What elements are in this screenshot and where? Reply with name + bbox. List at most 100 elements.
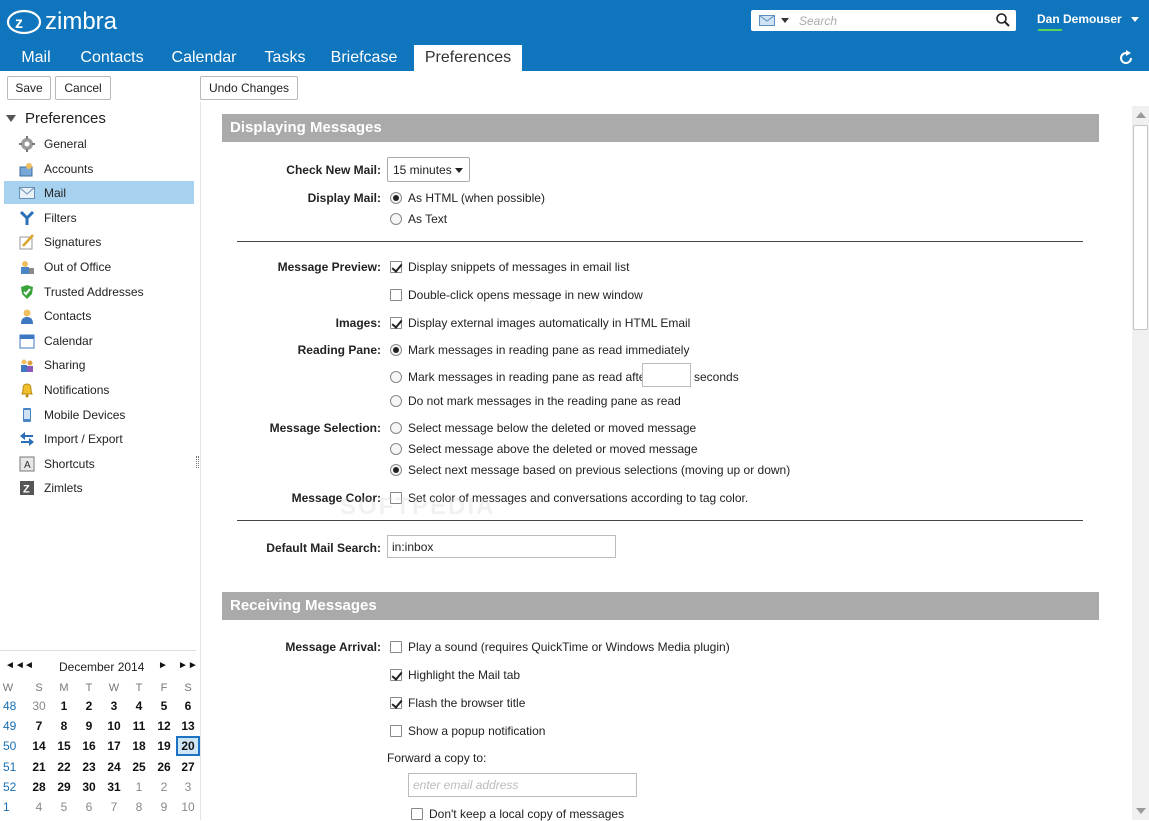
preferences-tree-header[interactable]: Preferences: [6, 110, 106, 127]
calendar-day[interactable]: 7: [27, 716, 51, 736]
calendar-day[interactable]: 25: [127, 757, 151, 777]
reading-pane-immediate-radio[interactable]: Mark messages in reading pane as read im…: [390, 343, 689, 357]
sidebar-item-filters[interactable]: Filters: [4, 206, 194, 229]
scroll-up-arrow[interactable]: [1136, 112, 1146, 118]
calendar-week-number[interactable]: 51: [3, 757, 23, 777]
calendar-day[interactable]: 21: [27, 757, 51, 777]
double-click-checkbox[interactable]: Double-click opens message in new window: [390, 288, 643, 302]
calendar-day[interactable]: 13: [176, 716, 200, 736]
sidebar-item-mobile-devices[interactable]: Mobile Devices: [4, 403, 194, 426]
display-mail-text-radio[interactable]: As Text: [390, 212, 447, 226]
calendar-day[interactable]: 6: [176, 696, 200, 716]
calendar-day[interactable]: 10: [102, 716, 126, 736]
sidebar-item-mail[interactable]: Mail: [4, 181, 194, 204]
calendar-day[interactable]: 22: [52, 757, 76, 777]
calendar-day[interactable]: 9: [77, 716, 101, 736]
reading-pane-never-radio[interactable]: Do not mark messages in the reading pane…: [390, 394, 681, 408]
calendar-day[interactable]: 2: [77, 696, 101, 716]
tab-tasks[interactable]: Tasks: [256, 45, 314, 71]
calendar-day[interactable]: 30: [27, 696, 51, 716]
external-images-checkbox[interactable]: Display external images automatically in…: [390, 316, 690, 330]
calendar-day[interactable]: 6: [77, 797, 101, 817]
calendar-day[interactable]: 8: [52, 716, 76, 736]
sidebar-item-out-of-office[interactable]: Out of Office: [4, 255, 194, 278]
next-month-button[interactable]: ►: [158, 660, 168, 671]
sidebar-item-calendar[interactable]: Calendar: [4, 329, 194, 352]
scrollbar-thumb[interactable]: [1133, 125, 1148, 330]
calendar-day[interactable]: 30: [77, 777, 101, 797]
calendar-day[interactable]: 15: [52, 736, 76, 756]
save-button[interactable]: Save: [7, 76, 51, 100]
calendar-day[interactable]: 20: [176, 736, 200, 756]
highlight-mail-tab-checkbox[interactable]: Highlight the Mail tab: [390, 668, 520, 682]
play-sound-checkbox[interactable]: Play a sound (requires QuickTime or Wind…: [390, 640, 730, 654]
user-menu[interactable]: Dan Demouser: [1037, 12, 1139, 26]
calendar-week-number[interactable]: 48: [3, 696, 23, 716]
search-type-dropdown[interactable]: [751, 10, 795, 31]
calendar-day[interactable]: 7: [102, 797, 126, 817]
calendar-day[interactable]: 27: [176, 757, 200, 777]
flash-title-checkbox[interactable]: Flash the browser title: [390, 696, 525, 710]
select-below-radio[interactable]: Select message below the deleted or move…: [390, 421, 696, 435]
next-year-button[interactable]: ►►: [178, 660, 198, 671]
calendar-day[interactable]: 18: [127, 736, 151, 756]
calendar-day[interactable]: 19: [152, 736, 176, 756]
calendar-week-number[interactable]: 52: [3, 777, 23, 797]
calendar-week-number[interactable]: 1: [3, 797, 23, 817]
calendar-day[interactable]: 26: [152, 757, 176, 777]
select-above-radio[interactable]: Select message above the deleted or move…: [390, 442, 698, 456]
calendar-day[interactable]: 11: [127, 716, 151, 736]
check-new-mail-select[interactable]: 15 minutes: [387, 157, 470, 182]
calendar-week-number[interactable]: 50: [3, 736, 23, 756]
sidebar-item-sharing[interactable]: Sharing: [4, 353, 194, 376]
sidebar-item-zimlets[interactable]: Z Zimlets: [4, 476, 194, 499]
calendar-day[interactable]: 28: [27, 777, 51, 797]
calendar-day[interactable]: 23: [77, 757, 101, 777]
prev-month-button[interactable]: ◄: [24, 660, 34, 671]
refresh-icon[interactable]: [1117, 49, 1135, 67]
sidebar-item-trusted-addresses[interactable]: Trusted Addresses: [4, 280, 194, 303]
calendar-day[interactable]: 24: [102, 757, 126, 777]
calendar-day[interactable]: 3: [176, 777, 200, 797]
calendar-day[interactable]: 8: [127, 797, 151, 817]
calendar-day[interactable]: 10: [176, 797, 200, 817]
tab-contacts[interactable]: Contacts: [72, 45, 152, 71]
calendar-week-number[interactable]: 49: [3, 716, 23, 736]
dont-keep-copy-checkbox[interactable]: Don't keep a local copy of messages: [411, 807, 624, 821]
sidebar-item-import-export[interactable]: Import / Export: [4, 427, 194, 450]
sash-handle[interactable]: [196, 456, 199, 468]
search-input[interactable]: [795, 11, 990, 30]
calendar-day[interactable]: 2: [152, 777, 176, 797]
prev-year-button[interactable]: ◄◄: [5, 660, 25, 671]
sidebar-item-signatures[interactable]: Signatures: [4, 230, 194, 253]
calendar-day[interactable]: 17: [102, 736, 126, 756]
calendar-day[interactable]: 3: [102, 696, 126, 716]
search-icon[interactable]: [995, 12, 1011, 28]
calendar-day[interactable]: 1: [52, 696, 76, 716]
calendar-day[interactable]: 4: [127, 696, 151, 716]
reading-pane-after-radio[interactable]: Mark messages in reading pane as read af…: [390, 370, 649, 384]
calendar-day[interactable]: 14: [27, 736, 51, 756]
calendar-day[interactable]: 5: [152, 696, 176, 716]
forward-email-input[interactable]: [408, 773, 637, 797]
calendar-day[interactable]: 16: [77, 736, 101, 756]
reading-pane-seconds-input[interactable]: [642, 363, 691, 387]
calendar-day[interactable]: 12: [152, 716, 176, 736]
calendar-day[interactable]: 4: [27, 797, 51, 817]
calendar-day[interactable]: 1: [127, 777, 151, 797]
tab-calendar[interactable]: Calendar: [152, 45, 256, 71]
default-mail-search-input[interactable]: [387, 535, 616, 558]
snippets-checkbox[interactable]: Display snippets of messages in email li…: [390, 260, 629, 274]
zimbra-logo[interactable]: z zimbra: [6, 8, 117, 36]
undo-changes-button[interactable]: Undo Changes: [200, 76, 298, 100]
scroll-down-arrow[interactable]: [1136, 808, 1146, 814]
sidebar-item-notifications[interactable]: Notifications: [4, 378, 194, 401]
calendar-day[interactable]: 31: [102, 777, 126, 797]
sidebar-item-accounts[interactable]: Accounts: [4, 157, 194, 180]
cancel-button[interactable]: Cancel: [55, 76, 111, 100]
calendar-day[interactable]: 29: [52, 777, 76, 797]
calendar-day[interactable]: 5: [52, 797, 76, 817]
sidebar-item-shortcuts[interactable]: A Shortcuts: [4, 452, 194, 475]
display-mail-html-radio[interactable]: As HTML (when possible): [390, 191, 545, 205]
popup-notification-checkbox[interactable]: Show a popup notification: [390, 724, 545, 738]
